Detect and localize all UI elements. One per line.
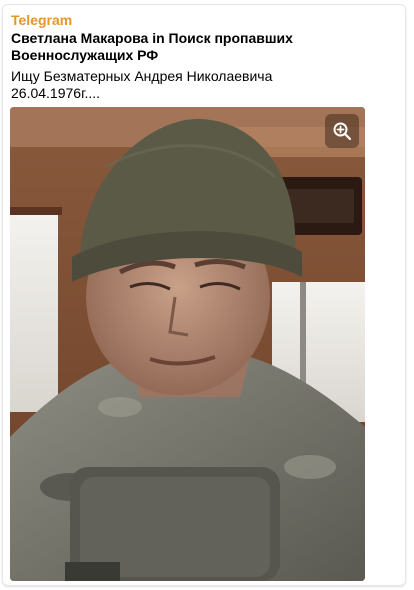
post-source[interactable]: Telegram — [11, 12, 72, 28]
post-text: Ищу Безматерных Андрея Николаевича 26.04… — [11, 68, 273, 101]
post-photo[interactable] — [10, 107, 365, 581]
post-title[interactable]: Светлана Макарова in Поиск пропавших Вое… — [11, 30, 403, 64]
photo-image — [10, 107, 365, 581]
zoom-button[interactable] — [325, 114, 359, 148]
zoom-in-icon — [333, 122, 352, 141]
telegram-post-card: Telegram Светлана Макарова in Поиск проп… — [2, 4, 406, 586]
